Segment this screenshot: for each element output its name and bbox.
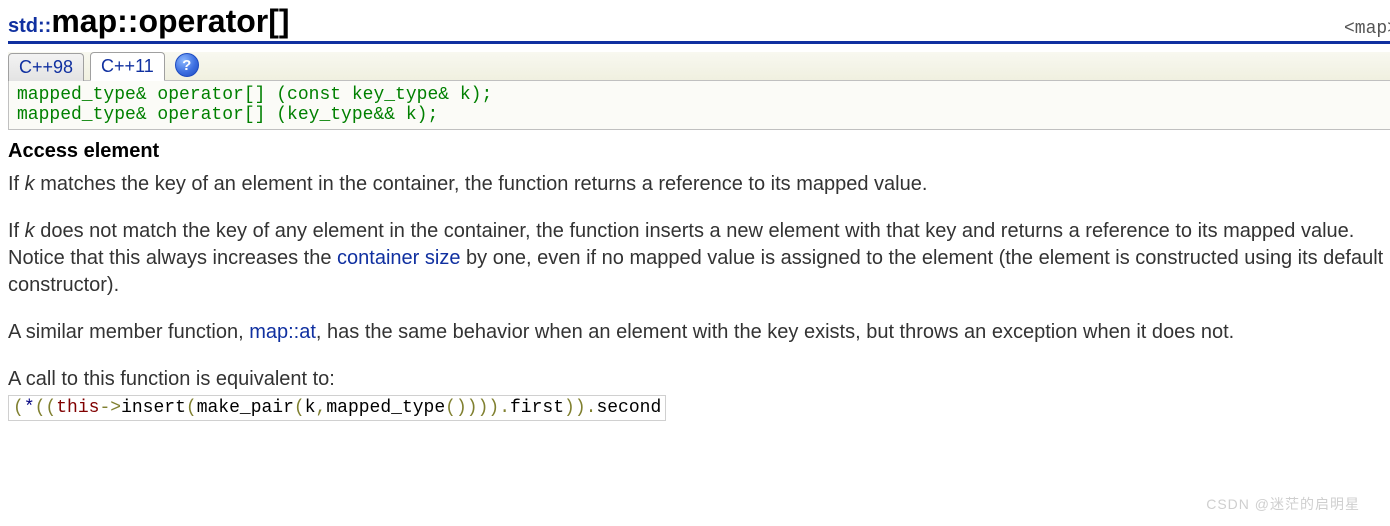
tab-cpp98[interactable]: C++98 bbox=[8, 53, 84, 81]
tab-cpp11[interactable]: C++11 bbox=[90, 52, 165, 81]
map-at-link[interactable]: map::at bbox=[249, 321, 316, 343]
tok-lplparen: (( bbox=[35, 398, 57, 418]
p3-post: , has the same behavior when an element … bbox=[316, 321, 1234, 343]
container-size-link[interactable]: container size bbox=[337, 247, 460, 269]
tok-lp: ( bbox=[186, 398, 197, 418]
tok-mapped: mapped_type bbox=[326, 398, 445, 418]
section-title: Access element bbox=[8, 140, 1390, 163]
watermark: CSDN @迷茫的启明星 bbox=[1206, 494, 1360, 514]
p1-pre: If bbox=[8, 173, 25, 195]
page-title-row: std::map::operator[] <map> bbox=[8, 4, 1390, 44]
p1-var: k bbox=[25, 173, 35, 195]
p2-pre: If bbox=[8, 220, 25, 242]
tok-dot2: . bbox=[586, 398, 597, 418]
signature-code: mapped_type& operator[] (const key_type&… bbox=[8, 81, 1390, 130]
tok-star: * bbox=[24, 398, 35, 418]
tok-this: this bbox=[56, 398, 99, 418]
help-icon[interactable]: ? bbox=[175, 53, 199, 77]
paragraph-1: If k matches the key of an element in th… bbox=[8, 171, 1390, 198]
tok-lp2: ( bbox=[294, 398, 305, 418]
tok-second: second bbox=[596, 398, 661, 418]
p2-var: k bbox=[25, 220, 35, 242]
tok-arrow: -> bbox=[99, 398, 121, 418]
p3-pre: A similar member function, bbox=[8, 321, 249, 343]
tok-lparen: ( bbox=[13, 398, 24, 418]
tok-dot1: . bbox=[499, 398, 510, 418]
title-sep: :: bbox=[117, 3, 138, 39]
header-include: <map> bbox=[1344, 19, 1390, 39]
paragraph-2: If k does not match the key of any eleme… bbox=[8, 218, 1390, 299]
paragraph-4: A call to this function is equivalent to… bbox=[8, 366, 1390, 393]
title-member: operator[] bbox=[138, 3, 289, 39]
tok-makepair: make_pair bbox=[197, 398, 294, 418]
title-namespace: std:: bbox=[8, 15, 51, 37]
tok-first: first bbox=[510, 398, 564, 418]
tok-comma: , bbox=[316, 398, 327, 418]
title-class: map bbox=[51, 3, 117, 39]
paragraph-3: A similar member function, map::at, has … bbox=[8, 319, 1390, 346]
tok-k: k bbox=[305, 398, 316, 418]
p1-post: matches the key of an element in the con… bbox=[35, 173, 928, 195]
tok-rp2: )) bbox=[564, 398, 586, 418]
version-tabs: C++98 C++11 ? bbox=[8, 52, 1390, 81]
equivalence-code: (*((this->insert(make_pair(k,mapped_type… bbox=[8, 395, 666, 421]
tok-rp4: ()))) bbox=[445, 398, 499, 418]
tok-insert: insert bbox=[121, 398, 186, 418]
page-title: std::map::operator[] bbox=[8, 4, 290, 39]
